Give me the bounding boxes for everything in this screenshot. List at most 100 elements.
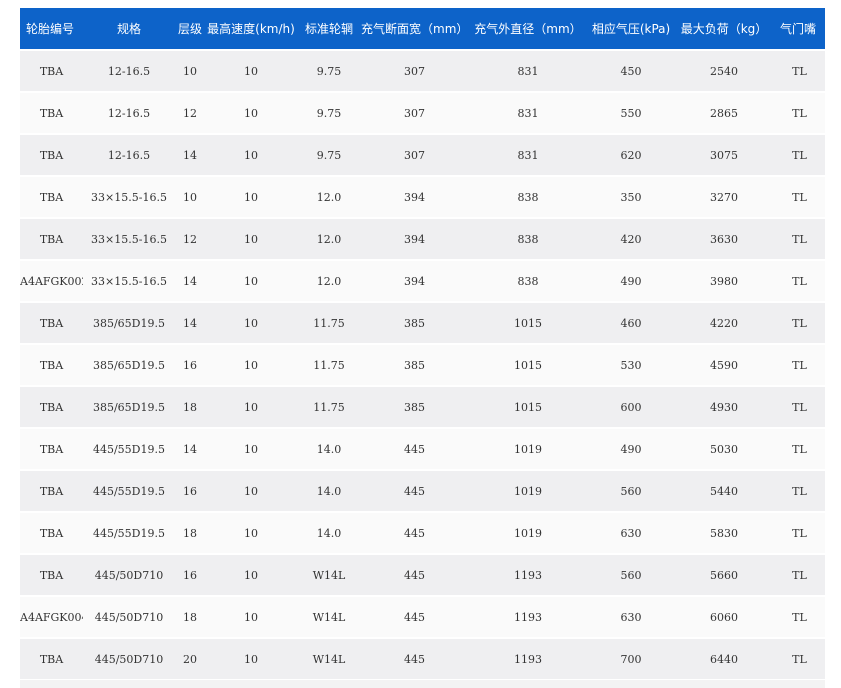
cell-rim: 12.0 xyxy=(297,259,361,302)
cell-rim: W14L xyxy=(297,595,361,638)
cell-max-speed: 10 xyxy=(205,259,297,302)
table-row: TBA 385/65D19.5 14 10 11.75 385 1015 460 4220 TL xyxy=(20,301,825,344)
cell-rim: 14.0 xyxy=(297,469,361,512)
cell-section-width: 385 xyxy=(361,343,468,386)
table-row: TBA 12-16.5 12 10 9.75 307 831 550 2865 TL xyxy=(20,91,825,134)
cell-section-width: 445 xyxy=(361,511,468,554)
cell-tire-id: TBA xyxy=(20,385,83,428)
cell-outer-diameter: 1193 xyxy=(468,553,588,596)
cell-size: 445/50D710 xyxy=(83,637,175,679)
cell-tire-id: TBA xyxy=(20,553,83,596)
table-row: TBA 445/50D710 16 10 W14L 445 1193 560 5660 TL xyxy=(20,553,825,596)
cell-valve: TL xyxy=(774,91,825,134)
cell-outer-diameter: 1019 xyxy=(468,511,588,554)
cell-pressure: 490 xyxy=(588,259,674,302)
cell-max-load: 2865 xyxy=(674,91,774,134)
cell-pressure: 630 xyxy=(588,511,674,554)
cell-max-speed: 10 xyxy=(205,469,297,512)
cell-section-width: 445 xyxy=(361,595,468,638)
cell-valve: TL xyxy=(774,133,825,176)
table-row: TBA 445/55D19.5 16 10 14.0 445 1019 560 5440 TL xyxy=(20,469,825,512)
cell-max-speed: 10 xyxy=(205,637,297,679)
cell-tire-id: TBA xyxy=(20,49,83,92)
cell-tire-id: TBA xyxy=(20,427,83,470)
cell-tire-id: TBA xyxy=(20,469,83,512)
cell-ply: 10 xyxy=(175,175,205,218)
cell-size: 33×15.5-16.5 xyxy=(83,217,175,260)
cell-pressure: 550 xyxy=(588,91,674,134)
cell-size: 445/55D19.5 xyxy=(83,469,175,512)
cell-section-width: 445 xyxy=(361,469,468,512)
cell-max-load: 5830 xyxy=(674,511,774,554)
cell-max-load: 3270 xyxy=(674,175,774,218)
cell-size: 445/50D710 xyxy=(83,553,175,596)
cell-max-load: 6060 xyxy=(674,595,774,638)
cell-rim: 9.75 xyxy=(297,91,361,134)
cell-section-width: 307 xyxy=(361,91,468,134)
cell-ply: 20 xyxy=(175,637,205,679)
table-header-row: 轮胎编号 规格 层级 最高速度(km/h) 标准轮辋 充气断面宽（mm） 充气外… xyxy=(20,8,825,50)
cell-max-speed: 10 xyxy=(205,427,297,470)
cell-valve: TL xyxy=(774,343,825,386)
cell-max-load: 3630 xyxy=(674,217,774,260)
cell-rim: 9.75 xyxy=(297,49,361,92)
cell-rim: 12.0 xyxy=(297,217,361,260)
cell-pressure: 700 xyxy=(588,637,674,679)
cell-ply: 18 xyxy=(175,511,205,554)
cell-max-speed: 10 xyxy=(205,133,297,176)
column-header-pressure: 相应气压(kPa) xyxy=(588,8,674,50)
cell-valve: TL xyxy=(774,217,825,260)
cell-section-width: 445 xyxy=(361,637,468,679)
cell-outer-diameter: 838 xyxy=(468,175,588,218)
column-header-rim: 标准轮辋 xyxy=(297,8,361,50)
cell-rim: W14L xyxy=(297,637,361,679)
tire-spec-table: 轮胎编号 规格 层级 最高速度(km/h) 标准轮辋 充气断面宽（mm） 充气外… xyxy=(20,8,825,679)
cell-rim: 14.0 xyxy=(297,511,361,554)
cell-tire-id: TBA xyxy=(20,637,83,679)
cell-valve: TL xyxy=(774,49,825,92)
cell-valve: TL xyxy=(774,385,825,428)
cell-valve: TL xyxy=(774,259,825,302)
cell-outer-diameter: 1015 xyxy=(468,301,588,344)
cell-ply: 14 xyxy=(175,427,205,470)
cell-size: 445/55D19.5 xyxy=(83,427,175,470)
cell-tire-id: TBA xyxy=(20,175,83,218)
cell-tire-id: A4AFGK002 xyxy=(20,259,83,302)
cell-ply: 18 xyxy=(175,385,205,428)
cell-tire-id: TBA xyxy=(20,133,83,176)
table-row: TBA 385/65D19.5 18 10 11.75 385 1015 600 4930 TL xyxy=(20,385,825,428)
cell-rim: W14L xyxy=(297,553,361,596)
cell-pressure: 450 xyxy=(588,49,674,92)
cell-tire-id: TBA xyxy=(20,343,83,386)
cell-outer-diameter: 831 xyxy=(468,49,588,92)
cell-section-width: 394 xyxy=(361,217,468,260)
cell-ply: 14 xyxy=(175,259,205,302)
table-body: TBA 12-16.5 10 10 9.75 307 831 450 2540 TL TBA 12-1… xyxy=(20,49,825,679)
cell-max-speed: 10 xyxy=(205,511,297,554)
cell-size: 445/50D710 xyxy=(83,595,175,638)
cell-pressure: 560 xyxy=(588,469,674,512)
cell-outer-diameter: 831 xyxy=(468,133,588,176)
cell-valve: TL xyxy=(774,553,825,596)
column-header-outer-diameter: 充气外直径（mm） xyxy=(468,8,588,50)
cell-outer-diameter: 1015 xyxy=(468,343,588,386)
cell-size: 33×15.5-16.5 xyxy=(83,175,175,218)
cell-pressure: 460 xyxy=(588,301,674,344)
cell-pressure: 560 xyxy=(588,553,674,596)
cell-outer-diameter: 1015 xyxy=(468,385,588,428)
table-row: TBA 445/55D19.5 14 10 14.0 445 1019 490 5030 TL xyxy=(20,427,825,470)
cell-valve: TL xyxy=(774,595,825,638)
cell-valve: TL xyxy=(774,175,825,218)
cell-max-speed: 10 xyxy=(205,343,297,386)
cell-outer-diameter: 838 xyxy=(468,259,588,302)
column-header-max-speed: 最高速度(km/h) xyxy=(205,8,297,50)
cell-max-load: 5440 xyxy=(674,469,774,512)
table-bottom-edge xyxy=(20,680,825,688)
cell-max-load: 2540 xyxy=(674,49,774,92)
cell-rim: 11.75 xyxy=(297,343,361,386)
table-row: TBA 385/65D19.5 16 10 11.75 385 1015 530 4590 TL xyxy=(20,343,825,386)
cell-tire-id: TBA xyxy=(20,217,83,260)
cell-tire-id: A4AFGK004 xyxy=(20,595,83,638)
cell-ply: 18 xyxy=(175,595,205,638)
cell-ply: 10 xyxy=(175,49,205,92)
